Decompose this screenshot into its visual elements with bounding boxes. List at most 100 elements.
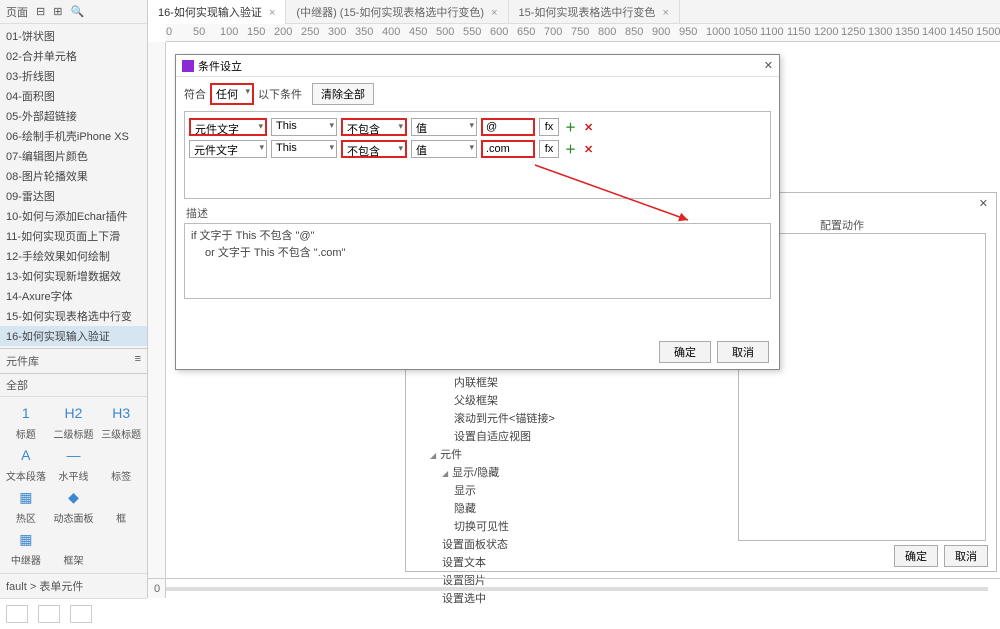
tree-item[interactable]: 13-如何实现新增数据效 <box>0 266 147 286</box>
close-icon[interactable]: ✕ <box>979 197 988 210</box>
tab-close-icon[interactable]: × <box>269 7 275 19</box>
action-tree-item[interactable]: 隐藏 <box>418 499 728 517</box>
breadcrumb[interactable]: fault > 表单元件 <box>0 573 147 599</box>
widget-item[interactable]: ▦热区 <box>4 487 48 525</box>
type-select[interactable]: 值 <box>411 118 477 136</box>
widget-label: 三级标题 <box>101 426 141 441</box>
add-page-icon[interactable]: ⊞ <box>53 5 62 18</box>
widget-item[interactable]: 1标题 <box>4 403 48 441</box>
tree-item[interactable]: 14-Axure字体 <box>0 286 147 306</box>
widget-item[interactable]: ▦中继器 <box>4 529 48 567</box>
desc-line-2: or 文字于 This 不包含 ".com" <box>191 245 764 262</box>
widget-item[interactable]: 框 <box>99 487 143 525</box>
tree-item[interactable]: 02-合并单元格 <box>0 46 147 66</box>
fx-button[interactable]: fx <box>539 118 559 136</box>
widget-icon: ▦ <box>12 529 40 549</box>
widget-item[interactable]: —水平线 <box>52 445 96 483</box>
widget-item[interactable] <box>99 529 143 567</box>
add-row-icon[interactable]: ＋ <box>563 141 578 157</box>
match-mode-select[interactable]: 任何 <box>210 83 254 105</box>
widget-item[interactable]: H2二级标题 <box>52 403 96 441</box>
value-input[interactable] <box>481 118 535 136</box>
clear-all-button[interactable]: 清除全部 <box>312 83 374 105</box>
action-tree-item[interactable]: 显示 <box>418 481 728 499</box>
panel-cancel-button[interactable]: 取消 <box>944 545 988 567</box>
lib-menu-icon[interactable]: ≡ <box>135 353 141 369</box>
tree-item[interactable]: 01-饼状图 <box>0 26 147 46</box>
ruler-mark: 900 <box>652 26 670 38</box>
bottom-icon-3[interactable] <box>70 605 92 623</box>
tree-item[interactable]: 15-如何实现表格选中行变 <box>0 306 147 326</box>
scrollbar-track[interactable] <box>166 587 988 591</box>
action-tree-item[interactable]: 元件 <box>418 445 728 463</box>
widget-label: 文本段落 <box>6 468 46 483</box>
dialog-icon <box>182 60 194 72</box>
action-tree-item[interactable]: 父级框架 <box>418 391 728 409</box>
tree-item[interactable]: 08-图片轮播效果 <box>0 166 147 186</box>
widget-item[interactable]: A文本段落 <box>4 445 48 483</box>
fx-button[interactable]: fx <box>539 140 559 158</box>
ruler-mark: 1250 <box>841 26 865 38</box>
match-row: 符合 任何 以下条件 清除全部 <box>176 77 779 111</box>
tree-item[interactable]: 04-面积图 <box>0 86 147 106</box>
ruler-mark: 1150 <box>787 26 811 38</box>
action-tree-item[interactable]: 内联框架 <box>418 373 728 391</box>
dialog-ok-button[interactable]: 确定 <box>659 341 711 363</box>
operator-select[interactable]: 不包含 <box>341 140 407 158</box>
tree-item[interactable]: 10-如何与添加Echar插件 <box>0 206 147 226</box>
tab[interactable]: 16-如何实现输入验证 × <box>148 0 286 24</box>
widget-icon: H3 <box>107 403 135 423</box>
pages-tab[interactable]: 页面 <box>6 4 28 20</box>
field-select[interactable]: 元件文字 <box>189 140 267 158</box>
target-select[interactable]: This <box>271 140 337 158</box>
tab[interactable]: 15-如何实现表格选中行变色 × <box>509 0 680 24</box>
tree-item[interactable]: 11-如何实现页面上下滑 <box>0 226 147 246</box>
action-tree: 内联框架父级框架滚动到元件<锚链接>设置自适应视图元件显示/隐藏显示隐藏切换可见… <box>418 373 728 607</box>
type-select[interactable]: 值 <box>411 140 477 158</box>
widget-lib-header[interactable]: 元件库≡ <box>0 348 147 374</box>
widget-item[interactable]: 标签 <box>99 445 143 483</box>
bottom-icon-1[interactable] <box>6 605 28 623</box>
tree-item[interactable]: 05-外部超链接 <box>0 106 147 126</box>
action-tree-item[interactable]: 设置自适应视图 <box>418 427 728 445</box>
widget-item[interactable]: H3 三级标题 <box>99 403 143 441</box>
value-input[interactable] <box>481 140 535 158</box>
ruler-mark: 250 <box>301 26 319 38</box>
delete-row-icon[interactable]: ✕ <box>582 121 595 134</box>
action-tree-item[interactable]: 切换可见性 <box>418 517 728 535</box>
collapse-icon[interactable]: ⊟ <box>36 5 45 18</box>
action-tree-item[interactable]: 滚动到元件<锚链接> <box>418 409 728 427</box>
tree-item[interactable]: 16-如何实现输入验证 <box>0 326 147 346</box>
dialog-titlebar[interactable]: 条件设立 ✕ <box>176 55 779 77</box>
operator-select[interactable]: 不包含 <box>341 118 407 136</box>
tree-item[interactable]: 09-雷达图 <box>0 186 147 206</box>
tree-item[interactable]: 06-绘制手机壳iPhone XS <box>0 126 147 146</box>
widget-icon: ▦ <box>12 487 40 507</box>
widget-item[interactable]: 框架 <box>52 529 96 567</box>
widget-label: 框架 <box>63 552 83 567</box>
tree-item[interactable]: 12-手绘效果如何绘制 <box>0 246 147 266</box>
tab-close-icon[interactable]: × <box>491 7 497 19</box>
widget-filter[interactable]: 全部 <box>0 374 147 397</box>
tree-item[interactable]: 07-编辑图片颜色 <box>0 146 147 166</box>
bottom-icon-2[interactable] <box>38 605 60 623</box>
widget-item[interactable]: ◆动态面板 <box>52 487 96 525</box>
action-tree-item[interactable]: 设置文本 <box>418 553 728 571</box>
delete-row-icon[interactable]: ✕ <box>582 143 595 156</box>
search-icon[interactable]: 🔍 <box>70 5 84 18</box>
dialog-title-text: 条件设立 <box>198 58 242 74</box>
tab[interactable]: (中继器) (15-如何实现表格选中行变色) × <box>286 0 508 24</box>
status-bar: 0 <box>148 578 1000 598</box>
target-select[interactable]: This <box>271 118 337 136</box>
add-row-icon[interactable]: ＋ <box>563 119 578 135</box>
tab-close-icon[interactable]: × <box>662 7 668 19</box>
tree-item[interactable]: 03-折线图 <box>0 66 147 86</box>
condition-row: 元件文字This不包含值 fx＋ ✕ <box>189 140 766 158</box>
panel-ok-button[interactable]: 确定 <box>894 545 938 567</box>
action-tree-item[interactable]: 设置面板状态 <box>418 535 728 553</box>
dialog-close-icon[interactable]: ✕ <box>764 59 773 72</box>
field-select[interactable]: 元件文字 <box>189 118 267 136</box>
dialog-cancel-button[interactable]: 取消 <box>717 341 769 363</box>
conditions-area: 元件文字This不包含值 fx＋ ✕ 元件文字This不包含值 fx＋ ✕ <box>184 111 771 199</box>
action-tree-item[interactable]: 显示/隐藏 <box>418 463 728 481</box>
